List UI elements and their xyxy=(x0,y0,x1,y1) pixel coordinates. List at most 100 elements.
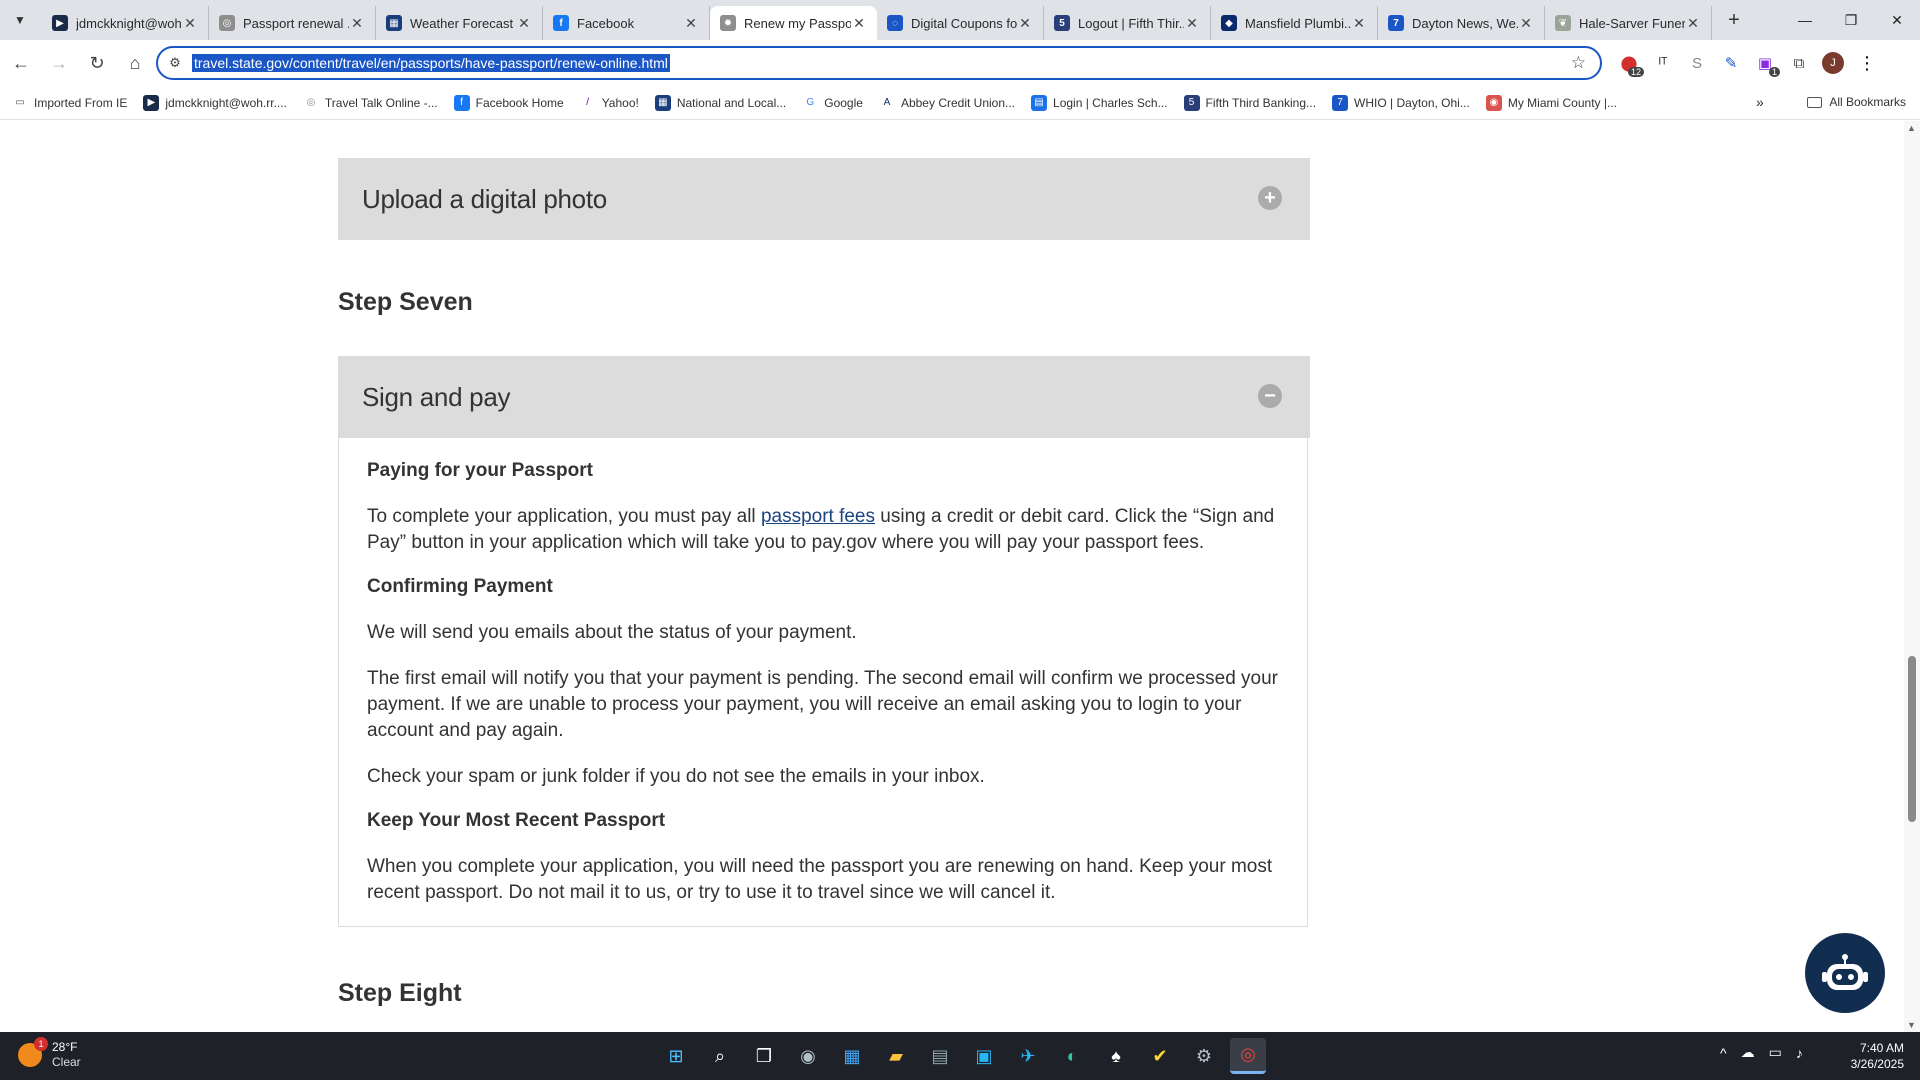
bookmark-item[interactable]: 7 WHIO | Dayton, Ohi... xyxy=(1332,94,1470,111)
solitaire-app-icon[interactable]: ♠ xyxy=(1098,1038,1134,1074)
network-icon[interactable]: ▭ xyxy=(1769,1044,1782,1061)
browser-tab[interactable]: ◆ Mansfield Plumbi... ✕ xyxy=(1211,6,1378,40)
edge-browser-icon[interactable]: ◐ xyxy=(1054,1038,1090,1074)
chat-assistant-button[interactable] xyxy=(1805,933,1885,1013)
close-tab-icon[interactable]: ✕ xyxy=(349,15,365,32)
forward-button[interactable]: → xyxy=(42,46,76,80)
scroll-down-icon[interactable]: ▼ xyxy=(1907,1020,1916,1030)
volume-icon[interactable]: ♪ xyxy=(1796,1045,1803,1061)
calendar-app-icon[interactable]: ▦ xyxy=(834,1038,870,1074)
clock[interactable]: 7:40 AM 3/26/2025 xyxy=(1851,1040,1904,1072)
tab-title: Dayton News, We... xyxy=(1412,15,1518,31)
browser-tab[interactable]: ◌ Digital Coupons fo... ✕ xyxy=(877,6,1044,40)
close-tab-icon[interactable]: ✕ xyxy=(1685,15,1701,32)
section-heading: Confirming Payment xyxy=(367,576,553,597)
s-extension-icon[interactable]: S xyxy=(1680,46,1714,80)
bookmark-star-icon[interactable]: ☆ xyxy=(1571,53,1586,73)
bookmark-item[interactable]: / Yahoo! xyxy=(579,94,639,111)
purple-extension-icon[interactable]: ▣ 1 xyxy=(1748,46,1782,80)
bookmark-item[interactable]: ▶ jdmckknight@woh.rr.... xyxy=(143,94,287,111)
close-tab-icon[interactable]: ✕ xyxy=(851,15,867,32)
close-tab-icon[interactable]: ✕ xyxy=(182,15,198,32)
browser-menu-icon[interactable]: ⋮ xyxy=(1850,46,1884,80)
folder-icon xyxy=(1807,96,1823,108)
calculator-app-icon[interactable]: ▤ xyxy=(922,1038,958,1074)
browser-tab[interactable]: 7 Dayton News, We... ✕ xyxy=(1378,6,1545,40)
bookmark-item[interactable]: ▤ Login | Charles Sch... xyxy=(1031,94,1168,111)
bookmark-item[interactable]: A Abbey Credit Union... xyxy=(878,94,1015,111)
site-info-icon[interactable]: ⚙ xyxy=(158,55,192,71)
show-hidden-icons-icon[interactable]: ^ xyxy=(1720,1045,1727,1061)
bookmark-label: National and Local... xyxy=(676,95,787,110)
close-tab-icon[interactable]: ✕ xyxy=(516,15,532,32)
paragraph: When you complete your application, you … xyxy=(367,856,1273,903)
browser-tab[interactable]: ▦ Weather Forecast ... ✕ xyxy=(376,6,543,40)
onedrive-icon[interactable]: ☁ xyxy=(1741,1044,1755,1061)
accordion-upload-photo[interactable]: Upload a digital photo + xyxy=(338,158,1310,240)
all-bookmarks-button[interactable]: All Bookmarks xyxy=(1807,95,1906,109)
url-text[interactable]: travel.state.gov/content/travel/en/passp… xyxy=(192,54,670,72)
chrome-browser-icon[interactable]: ◎ xyxy=(1230,1038,1266,1074)
more-bookmarks-button[interactable]: » xyxy=(1756,94,1764,110)
tab-search-button[interactable]: ▼ xyxy=(6,6,34,34)
home-button[interactable]: ⌂ xyxy=(118,46,152,80)
minimize-button[interactable]: — xyxy=(1782,0,1828,40)
new-tab-button[interactable]: + xyxy=(1720,6,1748,34)
minus-circle-icon[interactable]: − xyxy=(1258,384,1282,408)
bookmark-item[interactable]: ▭ Imported From IE xyxy=(12,94,127,111)
tab-title: Weather Forecast ... xyxy=(410,15,516,31)
bookmark-label: My Miami County |... xyxy=(1507,95,1617,110)
puzzle-extension-icon[interactable]: ⧉ xyxy=(1782,46,1816,80)
maps-app-icon[interactable]: ✈ xyxy=(1010,1038,1046,1074)
search-icon[interactable]: ⌕ xyxy=(702,1038,738,1074)
camera-app-icon[interactable]: ◉ xyxy=(790,1038,826,1074)
bookmark-item[interactable]: ◉ My Miami County |... xyxy=(1485,94,1617,111)
restore-button[interactable]: ❐ xyxy=(1828,0,1874,40)
window-controls: — ❐ ✕ xyxy=(1782,0,1920,40)
profile-button[interactable]: J xyxy=(1816,46,1850,80)
bookmark-item[interactable]: ▦ National and Local... xyxy=(654,94,787,111)
reload-button[interactable]: ↻ xyxy=(80,46,114,80)
close-tab-icon[interactable]: ✕ xyxy=(1184,15,1200,32)
file-explorer-icon[interactable]: ▰ xyxy=(878,1038,914,1074)
bookmark-item[interactable]: ◎ Travel Talk Online -... xyxy=(302,94,438,111)
browser-tab[interactable]: f Facebook ✕ xyxy=(543,6,710,40)
browser-tab[interactable]: ▶ jdmckknight@woh... ✕ xyxy=(42,6,209,40)
bookmark-label: Yahoo! xyxy=(601,95,639,110)
close-tab-icon[interactable]: ✕ xyxy=(683,15,699,32)
close-tab-icon[interactable]: ✕ xyxy=(1351,15,1367,32)
browser-tab[interactable]: ✹ Renew my Passpo...✕ xyxy=(710,6,877,40)
page-scrollbar[interactable]: ▲ ▼ xyxy=(1904,121,1920,1032)
accordion-sign-and-pay[interactable]: Sign and pay − xyxy=(338,356,1310,438)
bookmark-item[interactable]: G Google xyxy=(802,94,863,111)
scrollbar-thumb[interactable] xyxy=(1908,656,1916,822)
weather-widget[interactable]: 1 28°F Clear xyxy=(18,1037,81,1070)
tab-title: Passport renewal ... xyxy=(243,15,349,31)
browser-tab[interactable]: ❦ Hale-Sarver Funer... ✕ xyxy=(1545,6,1712,40)
scroll-up-icon[interactable]: ▲ xyxy=(1907,123,1916,133)
browser-tab[interactable]: 5 Logout | Fifth Thir... ✕ xyxy=(1044,6,1211,40)
close-window-button[interactable]: ✕ xyxy=(1874,0,1920,40)
bookmark-item[interactable]: 5 Fifth Third Banking... xyxy=(1183,94,1317,111)
passport-fees-link[interactable]: passport fees xyxy=(761,506,875,527)
tab-title: Mansfield Plumbi... xyxy=(1245,15,1351,31)
address-bar[interactable]: ⚙ travel.state.gov/content/travel/en/pas… xyxy=(156,46,1602,80)
bookmark-label: Fifth Third Banking... xyxy=(1205,95,1317,110)
bookmark-item[interactable]: f Facebook Home xyxy=(453,94,564,111)
back-button[interactable]: ← xyxy=(4,46,38,80)
taskbar-apps: ⊞ ⌕ ❐ ◉ ▦ ▰ ▤ ▣ ✈ ◐ ♠ ✔ ⚙ ◎ xyxy=(658,1038,1274,1074)
task-view-icon[interactable]: ❐ xyxy=(746,1038,782,1074)
settings-app-icon[interactable]: ⚙ xyxy=(1186,1038,1222,1074)
tab-favicon-icon: ❦ xyxy=(1555,15,1571,31)
norton-app-icon[interactable]: ✔ xyxy=(1142,1038,1178,1074)
close-tab-icon[interactable]: ✕ xyxy=(1017,15,1033,32)
browser-tab[interactable]: ◎ Passport renewal ... ✕ xyxy=(209,6,376,40)
all-bookmarks-label: All Bookmarks xyxy=(1829,95,1906,109)
translate-extension-icon[interactable]: ᴵᵀ xyxy=(1646,46,1680,80)
start-icon[interactable]: ⊞ xyxy=(658,1038,694,1074)
adblock-extension-icon[interactable]: ⬤ 12 xyxy=(1612,46,1646,80)
close-tab-icon[interactable]: ✕ xyxy=(1518,15,1534,32)
store-app-icon[interactable]: ▣ xyxy=(966,1038,1002,1074)
plus-circle-icon[interactable]: + xyxy=(1258,186,1282,210)
pen-extension-icon[interactable]: ✎ xyxy=(1714,46,1748,80)
